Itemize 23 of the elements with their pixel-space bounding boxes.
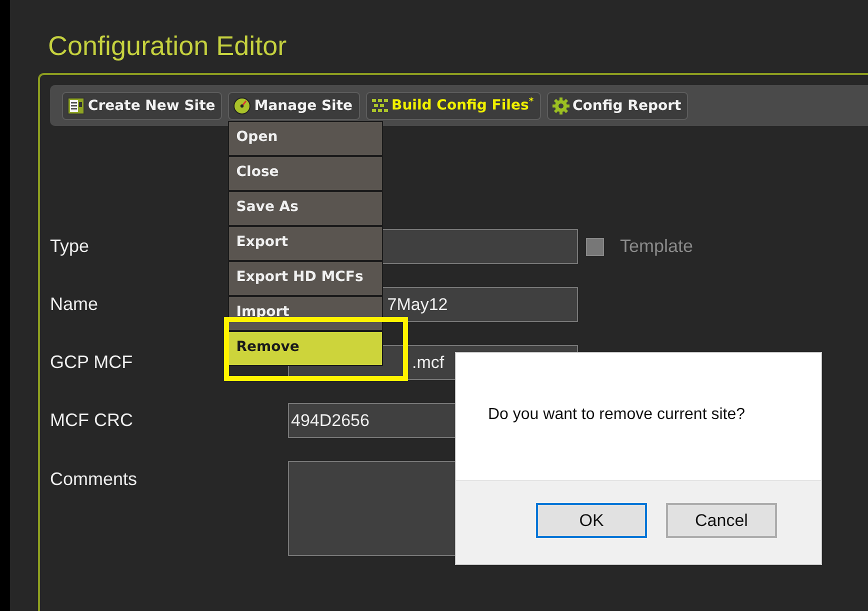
dialog-button[interactable]: Cancel xyxy=(666,503,777,538)
menu-item[interactable]: Export HD MCFs xyxy=(229,262,382,294)
field-label: Type xyxy=(50,236,90,257)
checkbox[interactable] xyxy=(586,238,604,256)
dialog-button[interactable]: OK xyxy=(536,503,647,538)
field-label: MCF CRC xyxy=(50,410,133,431)
field-label: Name xyxy=(50,294,98,315)
field-label: Comments xyxy=(50,468,138,490)
menu-item[interactable]: Save As xyxy=(229,192,382,224)
toolbar-button[interactable]: Config Report xyxy=(546,92,688,120)
menu-item[interactable]: Close xyxy=(229,156,382,190)
grid-icon xyxy=(370,96,389,114)
checkbox-label: Template xyxy=(620,236,694,257)
document-icon xyxy=(67,96,85,114)
menu-item[interactable]: Open xyxy=(229,122,382,154)
menu-item[interactable]: Export xyxy=(229,226,382,260)
menu-item[interactable]: Remove xyxy=(229,332,382,364)
toolbar-button[interactable]: Build Config Files$^{*}$ xyxy=(366,92,541,120)
toolbar-button[interactable]: Manage Site xyxy=(228,92,360,120)
page-title: Configuration Editor xyxy=(47,30,288,63)
field-label: GCP MCF xyxy=(50,352,133,373)
gauge-icon xyxy=(233,96,252,114)
toolbar-button[interactable]: Create New Site xyxy=(62,92,222,120)
